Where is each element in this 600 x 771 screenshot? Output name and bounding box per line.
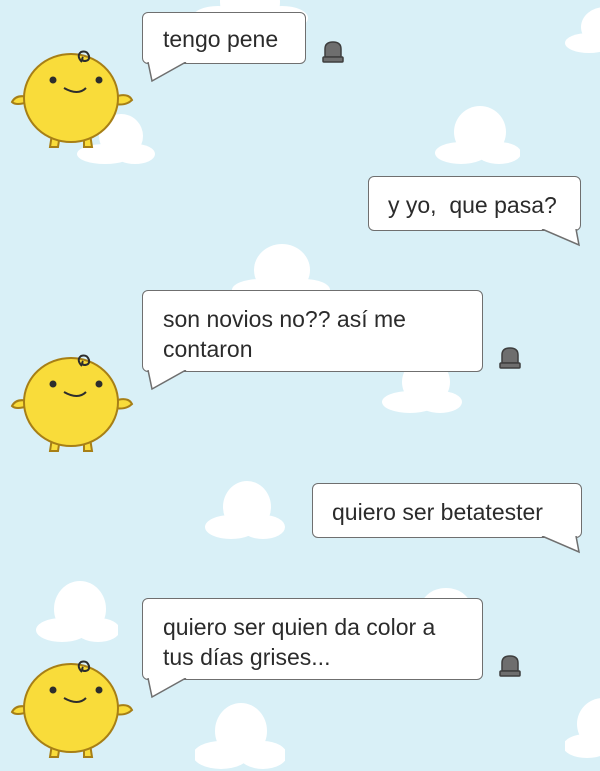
message-text: quiero ser betatester	[332, 499, 543, 525]
cloud-icon	[205, 481, 285, 539]
bubble-tail	[147, 370, 187, 391]
cloud-icon	[565, 7, 600, 53]
simsimi-avatar-icon	[10, 354, 134, 452]
bubble-tail	[147, 62, 187, 83]
report-icon[interactable]	[497, 344, 523, 370]
bot-message-bubble: tengo pene	[142, 12, 306, 64]
message-text: quiero ser quien da color a tus días gri…	[163, 614, 436, 670]
cloud-icon	[195, 703, 285, 769]
message-text: y yo, que pasa?	[388, 192, 557, 218]
bubble-tail	[147, 678, 187, 699]
bubble-tail	[541, 536, 580, 554]
report-icon[interactable]	[320, 38, 346, 64]
user-message-bubble: quiero ser betatester	[312, 483, 582, 538]
bot-message-bubble: son novios no?? así me contaron	[142, 290, 483, 372]
message-text: son novios no?? así me contaron	[163, 306, 406, 362]
cloud-icon	[435, 106, 520, 164]
cloud-icon	[36, 581, 118, 642]
bubble-tail	[541, 229, 580, 247]
simsimi-avatar-icon	[10, 50, 134, 148]
bot-message-bubble: quiero ser quien da color a tus días gri…	[142, 598, 483, 680]
cloud-icon	[565, 698, 600, 758]
message-text: tengo pene	[163, 26, 279, 52]
simsimi-avatar-icon	[10, 660, 134, 758]
report-icon[interactable]	[497, 652, 523, 678]
user-message-bubble: y yo, que pasa?	[368, 176, 581, 231]
